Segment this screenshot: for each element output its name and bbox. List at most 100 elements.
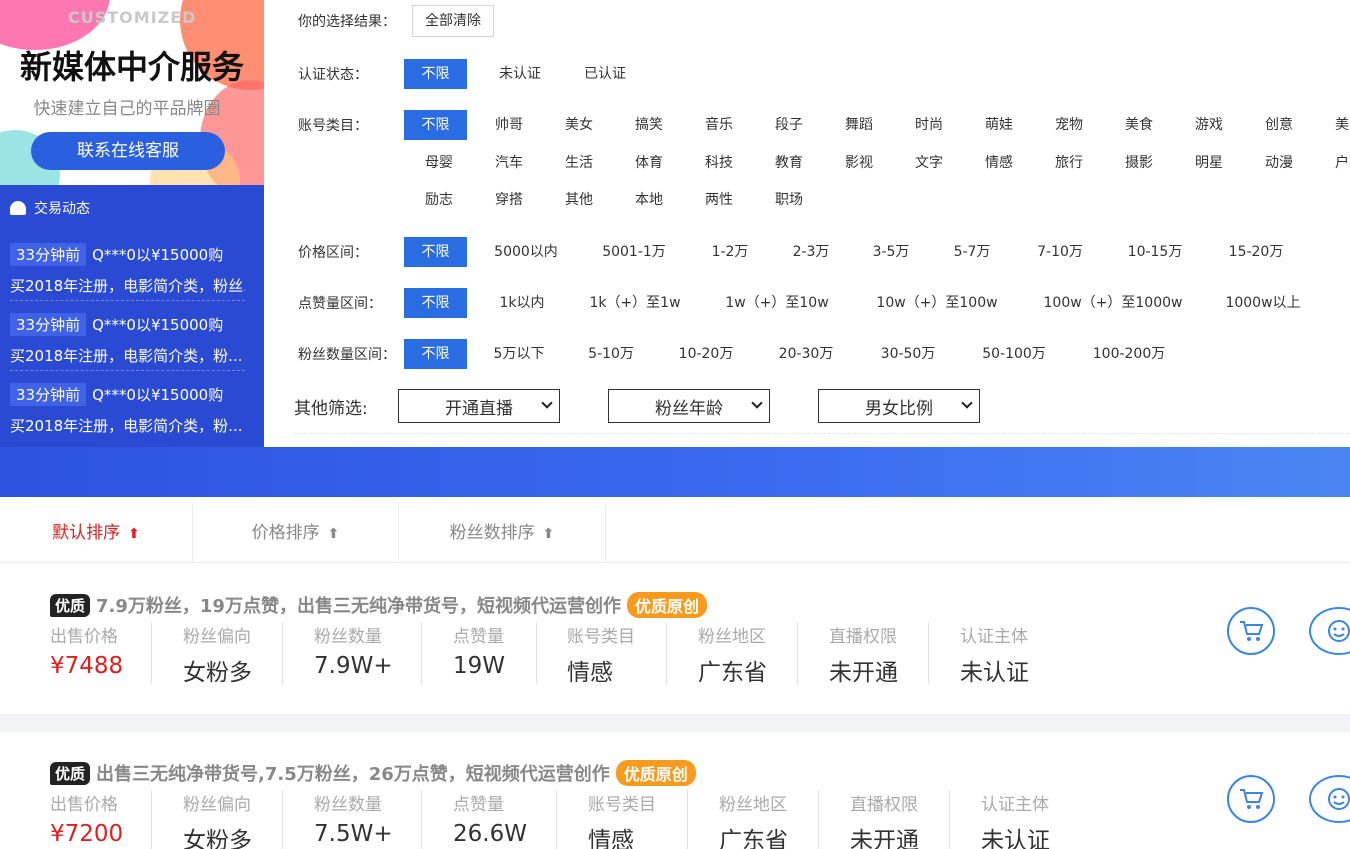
price-option[interactable]: 5-7万 bbox=[930, 237, 1014, 267]
fans-option[interactable]: 100-200万 bbox=[1070, 339, 1188, 369]
category-option[interactable]: 美女 bbox=[544, 110, 614, 140]
cart-button[interactable] bbox=[1227, 775, 1275, 823]
stat-key: 粉丝偏向 bbox=[183, 627, 251, 647]
category-option[interactable]: 摄影 bbox=[1104, 148, 1174, 178]
fans-option[interactable]: 5-10万 bbox=[564, 339, 658, 369]
listing-title[interactable]: 7.9万粉丝，19万点赞，出售三无纯净带货号，短视频代运营创作 bbox=[96, 592, 621, 618]
clear-all-button[interactable]: 全部清除 bbox=[412, 5, 494, 37]
sort-fans-label: 粉丝数排序 bbox=[449, 523, 535, 543]
category-option[interactable]: 职场 bbox=[754, 185, 824, 215]
stat-key: 账号类目 bbox=[567, 627, 635, 647]
likes-option[interactable]: 不限 bbox=[404, 288, 467, 318]
category-option[interactable]: 文字 bbox=[894, 148, 964, 178]
category-option[interactable]: 萌娃 bbox=[964, 110, 1034, 140]
fans-option[interactable]: 不限 bbox=[404, 339, 467, 369]
category-option[interactable]: 两性 bbox=[684, 185, 754, 215]
listing-card[interactable]: 优质 出售三无纯净带货号,7.5万粉丝，26万点赞，短视频代运营创作 优质原创 … bbox=[0, 732, 1350, 849]
category-option[interactable]: 旅行 bbox=[1034, 148, 1104, 178]
likes-option[interactable]: 1k以内 bbox=[474, 288, 570, 318]
category-option[interactable]: 励志 bbox=[404, 185, 474, 215]
category-option[interactable]: 穿搭 bbox=[474, 185, 544, 215]
likes-option[interactable]: 1w（+）至10w bbox=[700, 288, 854, 318]
cart-button[interactable] bbox=[1227, 607, 1275, 655]
category-option[interactable]: 舞蹈 bbox=[824, 110, 894, 140]
sort-bar: 默认排序 ⬆ 价格排序 ⬆ 粉丝数排序 ⬆ bbox=[0, 503, 1350, 563]
feed-item[interactable]: 33分钟前 Q***0以¥15000购 买2018年注册，电影简介类，粉... bbox=[10, 371, 245, 441]
category-option[interactable]: 美食 bbox=[1104, 110, 1174, 140]
price-option[interactable]: 5001-1万 bbox=[578, 237, 690, 267]
fans-age-select[interactable]: 粉丝年龄 bbox=[608, 389, 770, 423]
contact-service-button[interactable]: 联系在线客服 bbox=[31, 132, 225, 170]
auth-label: 认证状态： bbox=[298, 67, 368, 83]
likes-option[interactable]: 1k（+）至1w bbox=[570, 288, 700, 318]
fans-option[interactable]: 30-50万 bbox=[858, 339, 958, 369]
category-option[interactable]: 汽车 bbox=[474, 148, 544, 178]
category-option[interactable]: 帅哥 bbox=[474, 110, 544, 140]
price-option[interactable]: 15-20万 bbox=[1204, 237, 1308, 267]
likes-option[interactable]: 1000w以上 bbox=[1206, 288, 1320, 318]
price-option[interactable]: 5000以内 bbox=[474, 237, 578, 267]
category-option[interactable]: 段子 bbox=[754, 110, 824, 140]
price-option[interactable]: 3-5万 bbox=[852, 237, 930, 267]
category-option[interactable]: 其他 bbox=[544, 185, 614, 215]
sort-default-button[interactable]: 默认排序 ⬆ bbox=[0, 503, 193, 563]
listing-card[interactable]: 优质 7.9万粉丝，19万点赞，出售三无纯净带货号，短视频代运营创作 优质原创 … bbox=[0, 564, 1350, 714]
sort-fans-button[interactable]: 粉丝数排序 ⬆ bbox=[399, 503, 606, 563]
category-option[interactable]: 户外 bbox=[1314, 148, 1350, 178]
category-option[interactable]: 游戏 bbox=[1174, 110, 1244, 140]
auth-option[interactable]: 已认证 bbox=[566, 59, 644, 89]
category-option[interactable]: 教育 bbox=[754, 148, 824, 178]
category-option[interactable]: 本地 bbox=[614, 185, 684, 215]
listing-title[interactable]: 出售三无纯净带货号,7.5万粉丝，26万点赞，短视频代运营创作 bbox=[96, 760, 610, 786]
category-option[interactable]: 母婴 bbox=[404, 148, 474, 178]
auth-option[interactable]: 未认证 bbox=[474, 59, 566, 89]
price-option[interactable]: 7-10万 bbox=[1014, 237, 1106, 267]
auth-option[interactable]: 不限 bbox=[404, 59, 467, 89]
likes-option[interactable]: 10w（+）至100w bbox=[854, 288, 1020, 318]
feed-item[interactable]: 33分钟前 Q***0以¥15000购 买2018年注册，电影简介类，粉丝... bbox=[10, 231, 245, 301]
category-option[interactable]: 体育 bbox=[614, 148, 684, 178]
category-option[interactable]: 生活 bbox=[544, 148, 614, 178]
fans-option[interactable]: 20-30万 bbox=[754, 339, 858, 369]
category-row-3: 励志 穿搭 其他 本地 两性 职场 bbox=[404, 185, 824, 215]
category-option[interactable]: 情感 bbox=[964, 148, 1034, 178]
sort-price-button[interactable]: 价格排序 ⬆ bbox=[193, 503, 399, 563]
category-option[interactable]: 影视 bbox=[824, 148, 894, 178]
category-option[interactable]: 动漫 bbox=[1244, 148, 1314, 178]
stat-value: 情感 bbox=[588, 828, 634, 849]
live-select[interactable]: 开通直播 bbox=[398, 389, 560, 423]
likes-option[interactable]: 100w（+）至1000w bbox=[1020, 288, 1206, 318]
stat-value: 情感 bbox=[567, 660, 613, 686]
category-option[interactable]: 搞笑 bbox=[614, 110, 684, 140]
likes-label: 点赞量区间： bbox=[298, 296, 382, 312]
price-option[interactable]: 10-15万 bbox=[1106, 237, 1204, 267]
category-option[interactable]: 音乐 bbox=[684, 110, 754, 140]
category-option[interactable]: 明星 bbox=[1174, 148, 1244, 178]
feed-item[interactable]: 33分钟前 Q***0以¥15000购 买2018年注册，电影简介类，粉... bbox=[10, 301, 245, 371]
gender-ratio-select[interactable]: 男女比例 bbox=[818, 389, 980, 423]
other-filter-row: 其他筛选: 开通直播 粉丝年龄 男女比例 bbox=[294, 389, 1028, 423]
service-icon bbox=[1328, 788, 1350, 810]
category-option[interactable]: 创意 bbox=[1244, 110, 1314, 140]
arrow-up-icon: ⬆ bbox=[128, 526, 140, 542]
price-row: 价格区间： 不限 5000以内 5001-1万 1-2万 2-3万 3-5万 5… bbox=[298, 237, 1308, 267]
service-button[interactable] bbox=[1309, 775, 1350, 823]
price-option[interactable]: 2-3万 bbox=[770, 237, 852, 267]
category-option[interactable]: 宠物 bbox=[1034, 110, 1104, 140]
category-option[interactable]: 美妆 bbox=[1314, 110, 1350, 140]
category-option[interactable]: 科技 bbox=[684, 148, 754, 178]
fans-option[interactable]: 50-100万 bbox=[958, 339, 1070, 369]
stat-live: 直播权限 未开通 bbox=[829, 622, 929, 686]
listing-gap bbox=[0, 714, 1350, 732]
category-option[interactable]: 不限 bbox=[404, 110, 467, 140]
stat-value: 女粉多 bbox=[183, 660, 252, 686]
stat-key: 直播权限 bbox=[850, 795, 918, 815]
price-option[interactable]: 1-2万 bbox=[690, 237, 770, 267]
service-button[interactable] bbox=[1309, 607, 1350, 655]
price-option[interactable]: 不限 bbox=[404, 237, 467, 267]
stat-likes: 点赞量 26.6W bbox=[453, 790, 557, 849]
quality-badge: 优质 bbox=[50, 761, 91, 785]
fans-option[interactable]: 5万以下 bbox=[474, 339, 564, 369]
fans-option[interactable]: 10-20万 bbox=[658, 339, 754, 369]
category-option[interactable]: 时尚 bbox=[894, 110, 964, 140]
